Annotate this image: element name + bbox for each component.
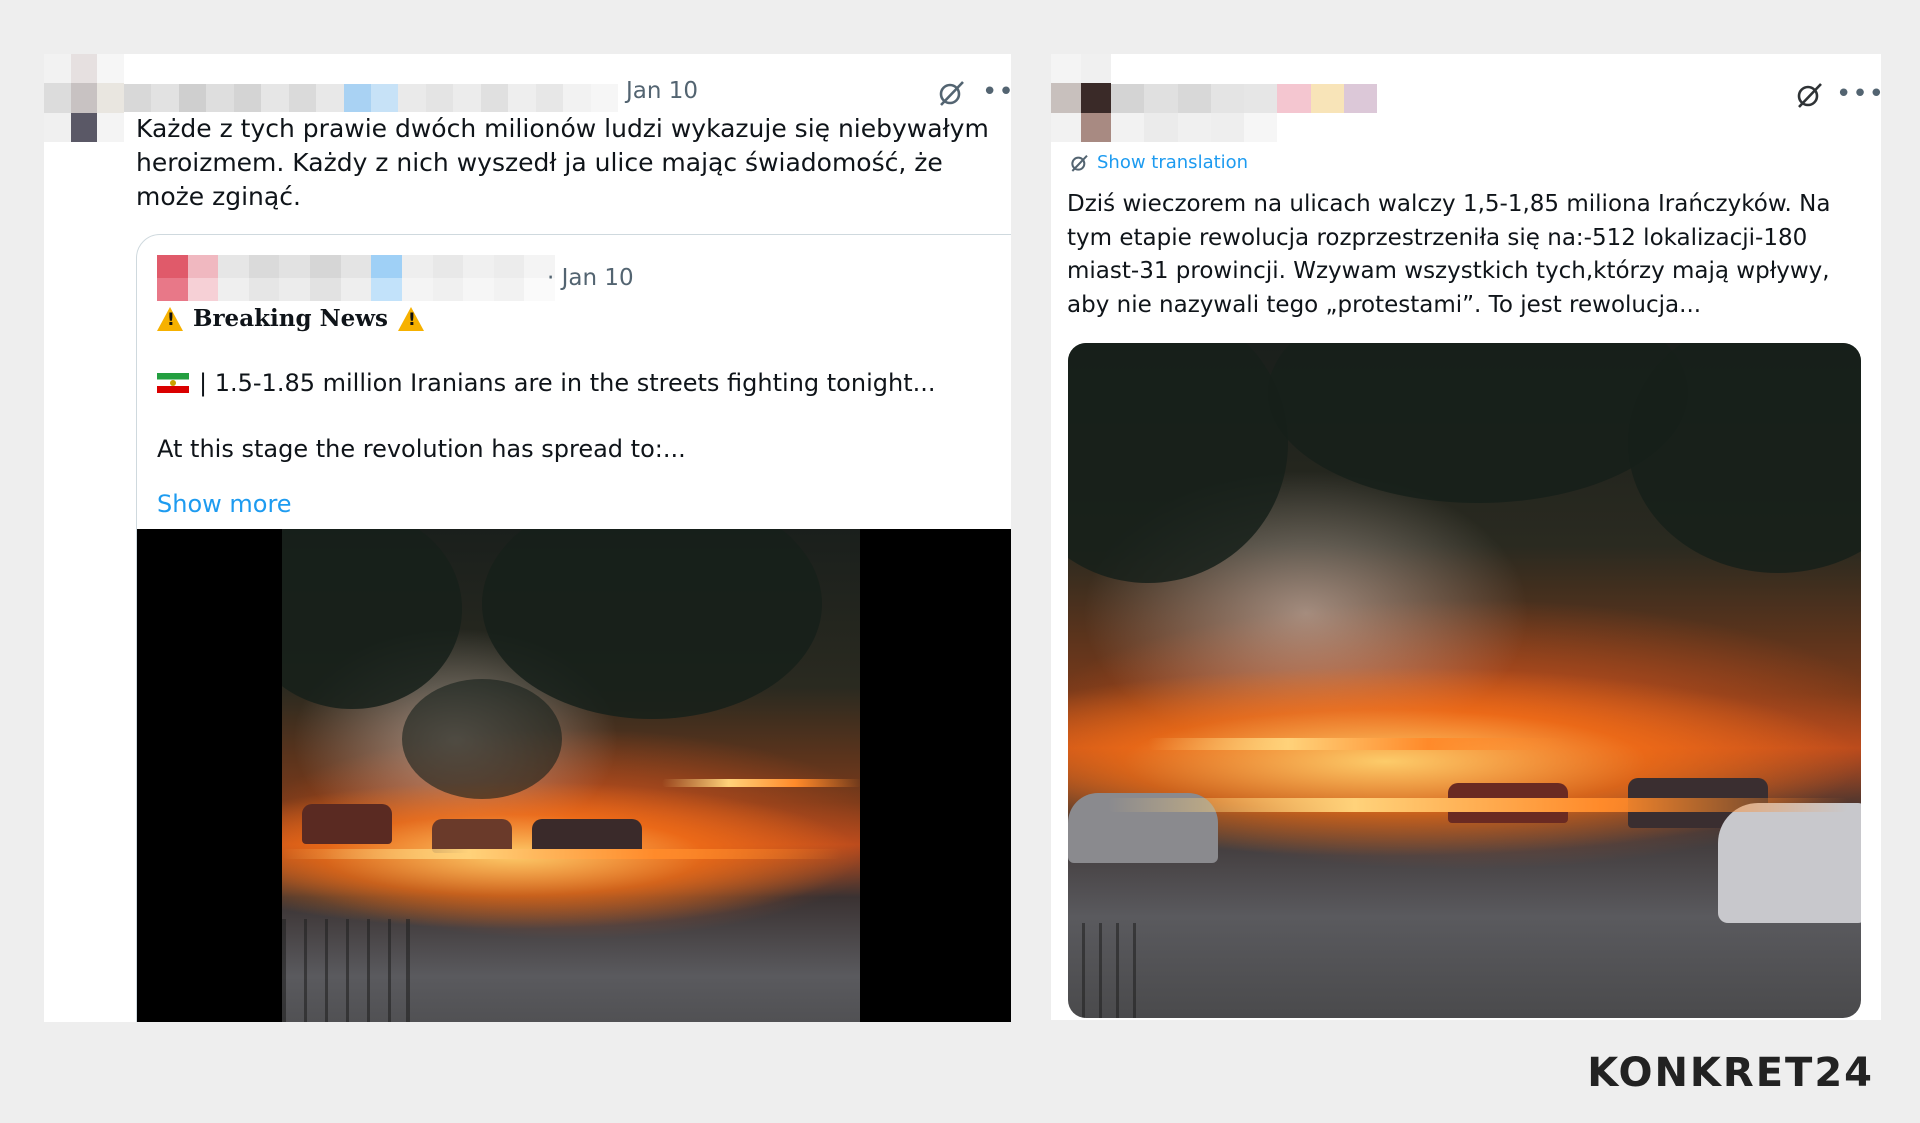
video-frame-fire-street — [1068, 343, 1861, 1018]
video-player[interactable] — [1068, 343, 1861, 1018]
redacted-username — [1111, 84, 1377, 142]
show-translation-link[interactable]: Show translation — [1069, 152, 1248, 173]
warning-icon — [157, 306, 183, 331]
tweet-card-right: ••• Show translation Dziś wieczorem na u… — [1051, 54, 1881, 1020]
redacted-avatar — [1051, 54, 1111, 142]
post-date: Jan 10 — [626, 78, 699, 104]
warning-icon — [397, 306, 424, 331]
iran-flag-icon — [157, 373, 189, 393]
show-more-link[interactable]: Show more — [157, 490, 292, 518]
video-frame-fire-street — [282, 529, 860, 1022]
grok-icon[interactable] — [1794, 80, 1824, 110]
quoted-tweet[interactable]: · Jan 10 Breaking News | 1.5-1.85 millio… — [136, 234, 1011, 1022]
redacted-username — [124, 84, 618, 112]
breaking-news-label: Breaking News — [193, 305, 388, 332]
tweet-card-left: Jan 10 ••• Każde z tych prawie dwóch mil… — [44, 54, 1011, 1022]
breaking-news-heading: Breaking News — [157, 305, 424, 332]
video-player[interactable] — [137, 529, 1011, 1022]
quoted-line-1: | 1.5-1.85 million Iranians are in the s… — [157, 369, 936, 397]
show-translation-label: Show translation — [1097, 152, 1249, 173]
grok-icon — [1071, 154, 1088, 172]
quoted-post-date: · Jan 10 — [547, 265, 634, 291]
quoted-line-2: At this stage the revolution has spread … — [157, 435, 686, 463]
grok-icon[interactable] — [936, 78, 966, 108]
post-text: Dziś wieczorem na ulicach walczy 1,5-1,8… — [1067, 191, 1831, 318]
quoted-line-1-text: | 1.5-1.85 million Iranians are in the s… — [199, 369, 936, 397]
redacted-quoted-user — [157, 255, 555, 301]
redacted-avatar — [44, 54, 124, 142]
more-options-icon[interactable]: ••• — [1836, 81, 1881, 107]
more-options-icon[interactable]: ••• — [982, 79, 1011, 105]
konkret24-logo: KONKRET24 — [1587, 1050, 1874, 1096]
post-text: Każde z tych prawie dwóch milionów ludzi… — [136, 114, 989, 211]
